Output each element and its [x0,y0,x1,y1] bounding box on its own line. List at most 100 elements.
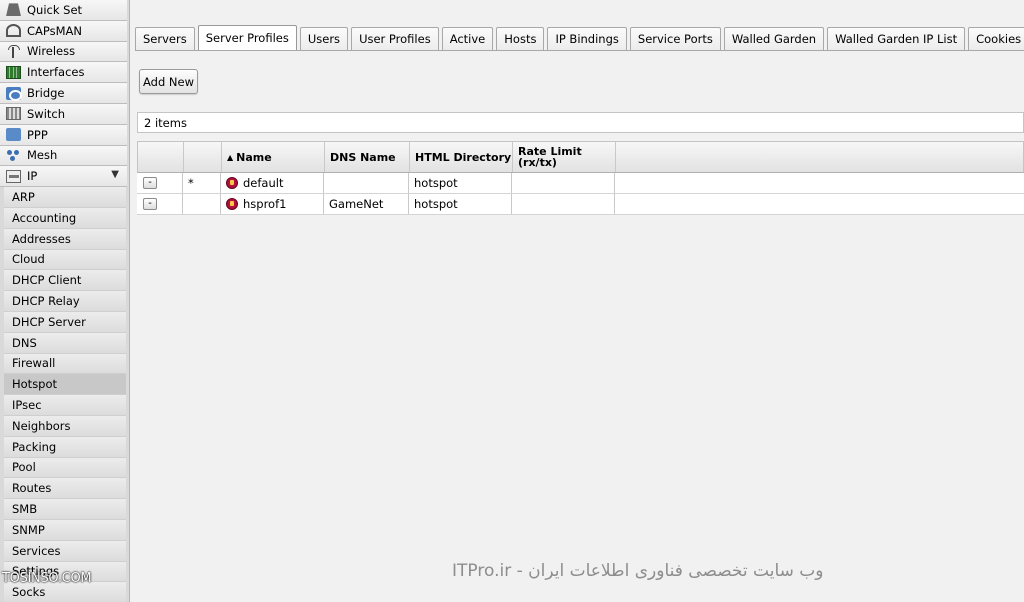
submenu-item-smb[interactable]: SMB [4,499,126,520]
watermark-text: ITPro.ir - وب سایت تخصصی فناوری اطلاعات … [452,561,824,581]
header-flag [184,142,222,172]
submenu-item-routes[interactable]: Routes [4,478,126,500]
tab-users[interactable]: Users [299,27,349,50]
header-dns-name[interactable]: DNS Name [325,142,410,172]
server-profiles-table: ▲ Name DNS Name HTML Directory Rate Limit… [137,141,1024,215]
submenu-item-ipsec[interactable]: IPsec [4,395,126,416]
menu-item-switch[interactable]: Switch [0,103,127,125]
header-name[interactable]: ▲ Name [222,142,325,172]
header-filler [616,142,1023,172]
item-count-bar: 2 items [137,112,1024,133]
ppp-icon [6,128,21,142]
flag-cell [183,194,221,214]
name-cell[interactable]: default [221,173,324,193]
filler-cell [615,194,1024,214]
submenu-item-accounting[interactable]: Accounting [4,207,126,229]
tab-server-profiles[interactable]: Server Profiles [197,25,297,50]
menu-item-wireless[interactable]: Wireless [0,41,127,63]
submenu-item-addresses[interactable]: Addresses [4,228,126,250]
ip-submenu: ARP Accounting Addresses Cloud DHCP Client DH… [0,187,129,602]
add-new-button[interactable]: Add New [139,69,198,94]
ip-icon [6,169,21,183]
html-directory-cell: hotspot [409,173,512,193]
submenu-item-pool[interactable]: Pool [4,457,126,479]
menu-item-label: Switch [27,106,66,121]
hotspot-profile-icon [226,177,238,189]
tab-bar: Servers Server Profiles Users User Profiles… [135,25,1024,51]
rate-limit-cell [512,194,615,214]
submenu-item-neighbors[interactable]: Neighbors [4,415,126,437]
table-row[interactable]: - hsprof1 GameNet hotspot [137,194,1024,215]
header-html-directory[interactable]: HTML Directory [410,142,513,172]
submenu-item-services[interactable]: Services [4,540,126,562]
bridge-icon [6,86,22,101]
main-panel: Servers Server Profiles Users User Profiles… [130,0,1024,602]
menu-item-label: Interfaces [27,65,85,80]
submenu-item-packing[interactable]: Packing [4,436,126,458]
submenu-item-dns[interactable]: DNS [4,332,126,354]
name-cell[interactable]: hsprof1 [221,194,324,214]
submenu-item-firewall[interactable]: Firewall [4,353,126,375]
menu-item-label: PPP [27,127,48,142]
menu-item-mesh[interactable]: Mesh [0,145,127,167]
sidebar: Quick Set CAPsMAN Wireless Interfaces Br… [0,0,130,602]
quick-set-icon [6,3,21,17]
capsman-icon [6,24,21,38]
menu-item-label: IP [27,169,38,184]
menu-item-label: Quick Set [27,2,83,17]
profile-name-link[interactable]: hsprof1 [243,197,286,211]
remove-cell: - [137,173,183,193]
tab-hosts[interactable]: Hosts [496,27,545,50]
submenu-item-dhcp-relay[interactable]: DHCP Relay [4,291,126,312]
mesh-icon [6,149,21,162]
item-count: 2 items [144,115,187,130]
submenu-item-dhcp-server[interactable]: DHCP Server [4,311,126,333]
table-row[interactable]: - * default hotspot [137,173,1024,194]
interfaces-icon [6,65,21,79]
chevron-down-icon[interactable]: ▼ [111,169,119,180]
tab-ip-bindings[interactable]: IP Bindings [547,27,627,50]
menu-item-quick-set[interactable]: Quick Set [0,0,127,21]
submenu-item-dhcp-client[interactable]: DHCP Client [4,270,126,292]
wireless-icon [6,44,21,58]
tab-user-profiles[interactable]: User Profiles [351,27,439,50]
header-remove [138,142,184,172]
menu-item-capsman[interactable]: CAPsMAN [0,20,127,42]
rate-limit-cell [512,173,615,193]
profile-name-link[interactable]: default [243,176,283,190]
tab-servers[interactable]: Servers [135,27,195,50]
remove-button[interactable]: - [143,198,157,210]
menu-item-ppp[interactable]: PPP [0,124,127,146]
menu-item-ip[interactable]: IP ▼ [0,166,127,188]
header-rate-limit[interactable]: Rate Limit (rx/tx) [513,142,616,172]
submenu-item-arp[interactable]: ARP [4,187,126,208]
hotspot-profile-icon [226,198,238,210]
menu-item-label: Mesh [27,148,58,163]
menu-item-label: Bridge [27,86,65,101]
dns-name-cell: GameNet [324,194,409,214]
menu-item-label: CAPsMAN [27,23,83,38]
submenu-item-snmp[interactable]: SNMP [4,519,126,541]
html-directory-cell: hotspot [409,194,512,214]
menu-item-interfaces[interactable]: Interfaces [0,62,127,84]
flag-cell: * [183,173,221,193]
remove-cell: - [137,194,183,214]
table-body: - * default hotspot - hsprof1 GameNet hotspot [137,173,1024,215]
tab-walled-garden-ip-list[interactable]: Walled Garden IP List [827,27,966,50]
menu-item-label: Wireless [27,44,76,59]
submenu-item-cloud[interactable]: Cloud [4,249,126,271]
sort-ascending-icon: ▲ [227,152,234,162]
tab-divider [135,50,1024,51]
menu-item-bridge[interactable]: Bridge [0,83,127,104]
tab-walled-garden[interactable]: Walled Garden [723,27,825,50]
tab-active[interactable]: Active [441,27,494,50]
site-watermark: TOSINSO.COM [2,571,92,586]
dns-name-cell [324,173,409,193]
tab-cookies[interactable]: Cookies [968,27,1024,50]
filler-cell [615,173,1024,193]
tab-service-ports[interactable]: Service Ports [629,27,721,50]
switch-icon [6,107,21,121]
remove-button[interactable]: - [143,177,157,189]
submenu-item-hotspot[interactable]: Hotspot [4,374,126,396]
table-header: ▲ Name DNS Name HTML Directory Rate Limit… [137,141,1024,173]
